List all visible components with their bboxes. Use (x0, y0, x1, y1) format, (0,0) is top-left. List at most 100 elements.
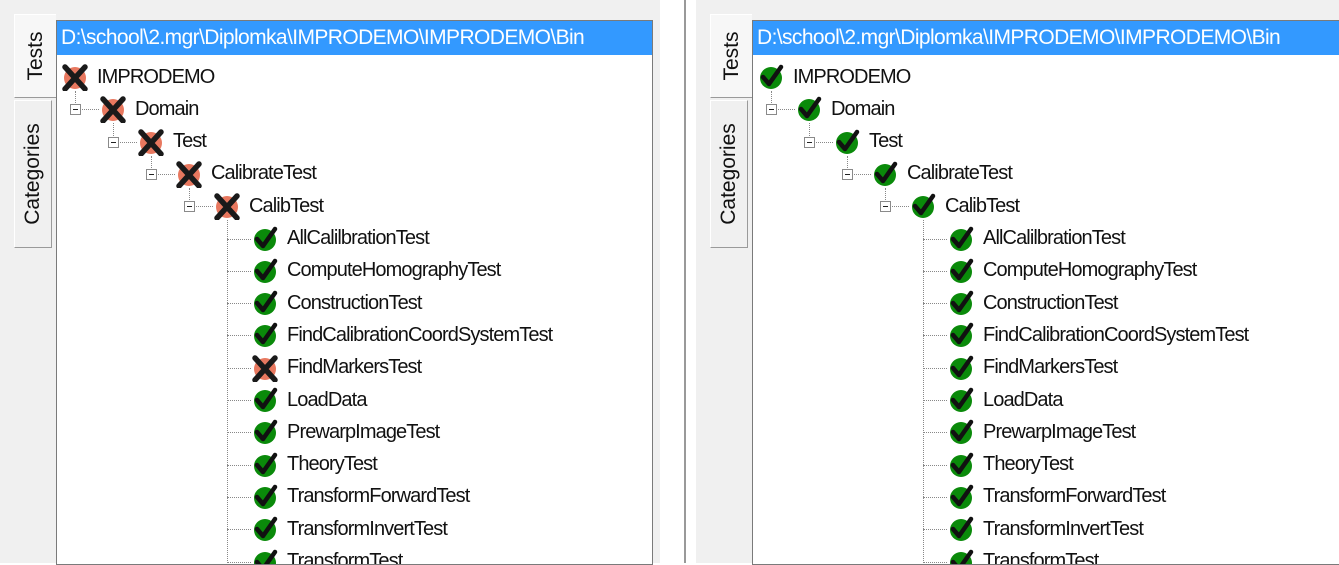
collapse-toggle[interactable] (842, 169, 853, 180)
tree-node[interactable]: CalibrateTest (871, 158, 1012, 190)
test-passed-icon (251, 451, 279, 479)
tree-node[interactable]: ConstructionTest (251, 287, 422, 319)
tree-connector (227, 303, 251, 304)
test-failed-icon (137, 128, 165, 156)
test-passed-icon (251, 225, 279, 253)
test-passed-icon (947, 483, 975, 511)
test-passed-icon (795, 95, 823, 123)
test-tree[interactable]: D:\school\2.mgr\Diplomka\IMPRODEMO\IMPRO… (752, 20, 1339, 565)
tree-node[interactable]: TheoryTest (251, 449, 377, 481)
test-passed-icon (947, 418, 975, 446)
tree-node[interactable]: Domain (795, 93, 895, 125)
test-passed-icon (251, 289, 279, 317)
test-failed-icon (61, 63, 89, 91)
tree-node[interactable]: AllCalilbrationTest (251, 223, 429, 255)
tab-tests[interactable]: Tests (14, 14, 56, 98)
test-tree[interactable]: D:\school\2.mgr\Diplomka\IMPRODEMO\IMPRO… (56, 20, 653, 565)
tree-node[interactable]: LoadData (251, 384, 367, 416)
collapse-toggle[interactable] (880, 201, 891, 212)
collapse-toggle[interactable] (766, 104, 777, 115)
tree-node[interactable]: TransformInvertTest (251, 513, 447, 545)
tab-categories[interactable]: Categories (14, 100, 52, 248)
tab-tests[interactable]: Tests (710, 14, 752, 98)
test-failed-icon (99, 95, 127, 123)
tree-connector (227, 465, 251, 466)
tree-node[interactable]: FindMarkersTest (947, 352, 1117, 384)
collapse-toggle[interactable] (804, 137, 815, 148)
tree-node-label: ConstructionTest (983, 292, 1118, 315)
assembly-path-selected[interactable]: D:\school\2.mgr\Diplomka\IMPRODEMO\IMPRO… (57, 21, 652, 55)
tree-node[interactable]: ComputeHomographyTest (251, 255, 500, 287)
tree-connector (923, 465, 947, 466)
tree-node-label: FindMarkersTest (287, 356, 421, 379)
tree-node[interactable]: TransformForwardTest (251, 481, 469, 513)
test-passed-icon (251, 548, 279, 565)
tree-node[interactable]: IMPRODEMO (61, 61, 214, 93)
tree-node[interactable]: FindMarkersTest (251, 352, 421, 384)
tree-connector (923, 335, 947, 336)
tree-node[interactable]: TransformTest (251, 546, 402, 565)
test-passed-icon (251, 418, 279, 446)
test-passed-icon (251, 483, 279, 511)
tree-connector (227, 562, 251, 563)
tree-node[interactable]: FindCalibrationCoordSystemTest (947, 319, 1248, 351)
tree-connector (923, 400, 947, 401)
tree-connector (227, 335, 251, 336)
tree-node[interactable]: PrewarpImageTest (251, 416, 439, 448)
test-passed-icon (251, 321, 279, 349)
collapse-toggle[interactable] (184, 201, 195, 212)
tree-node[interactable]: TransformForwardTest (947, 481, 1165, 513)
tab-categories-label: Categories (717, 123, 741, 225)
tree-node-label: Test (173, 130, 206, 153)
assembly-path-selected[interactable]: D:\school\2.mgr\Diplomka\IMPRODEMO\IMPRO… (753, 21, 1339, 55)
tree-node[interactable]: ComputeHomographyTest (947, 255, 1196, 287)
tree-node-label: AllCalilbrationTest (287, 227, 429, 250)
test-passed-icon (947, 386, 975, 414)
test-passed-icon (871, 160, 899, 188)
tree-node-label: LoadData (287, 389, 367, 412)
tree-node-label: TransformInvertTest (983, 518, 1143, 541)
test-failed-icon (251, 354, 279, 382)
tree-connector (923, 432, 947, 433)
tree-connector (923, 303, 947, 304)
test-passed-icon (909, 192, 937, 220)
tree-node[interactable]: TransformInvertTest (947, 513, 1143, 545)
tree-node[interactable]: AllCalilbrationTest (947, 223, 1125, 255)
test-passed-icon (757, 63, 785, 91)
tab-tests-label: Tests (24, 31, 48, 80)
tree-node[interactable]: Domain (99, 93, 199, 125)
tree-node-label: TransformForwardTest (287, 485, 469, 508)
tree-node[interactable]: IMPRODEMO (757, 61, 910, 93)
tab-categories[interactable]: Categories (710, 100, 748, 248)
test-passed-icon (947, 515, 975, 543)
tree-node[interactable]: TransformTest (947, 546, 1098, 565)
tree-node-label: TransformForwardTest (983, 485, 1165, 508)
tree-node[interactable]: CalibTest (213, 190, 323, 222)
collapse-toggle[interactable] (146, 169, 157, 180)
tree-node[interactable]: Test (833, 126, 902, 158)
panel-divider (684, 0, 686, 563)
tree-node[interactable]: PrewarpImageTest (947, 416, 1135, 448)
test-passed-icon (251, 386, 279, 414)
tree-node[interactable]: CalibTest (909, 190, 1019, 222)
collapse-toggle[interactable] (108, 137, 119, 148)
test-passed-icon (251, 515, 279, 543)
tree-node-label: ConstructionTest (287, 292, 422, 315)
tree-node-label: CalibTest (249, 195, 323, 218)
test-passed-icon (947, 289, 975, 317)
tree-connector (923, 239, 947, 240)
tree-node[interactable]: Test (137, 126, 206, 158)
collapse-toggle[interactable] (70, 104, 81, 115)
tree-node-label: TransformInvertTest (287, 518, 447, 541)
test-failed-icon (213, 192, 241, 220)
tree-connector (923, 529, 947, 530)
tree-node[interactable]: ConstructionTest (947, 287, 1118, 319)
tree-node[interactable]: FindCalibrationCoordSystemTest (251, 319, 552, 351)
tree-node-label: IMPRODEMO (97, 66, 214, 89)
tree-connector (923, 562, 947, 563)
tree-node[interactable]: TheoryTest (947, 449, 1073, 481)
tree-node[interactable]: CalibrateTest (175, 158, 316, 190)
test-passed-icon (947, 257, 975, 285)
tree-node[interactable]: LoadData (947, 384, 1063, 416)
tree-node-label: TheoryTest (983, 453, 1073, 476)
